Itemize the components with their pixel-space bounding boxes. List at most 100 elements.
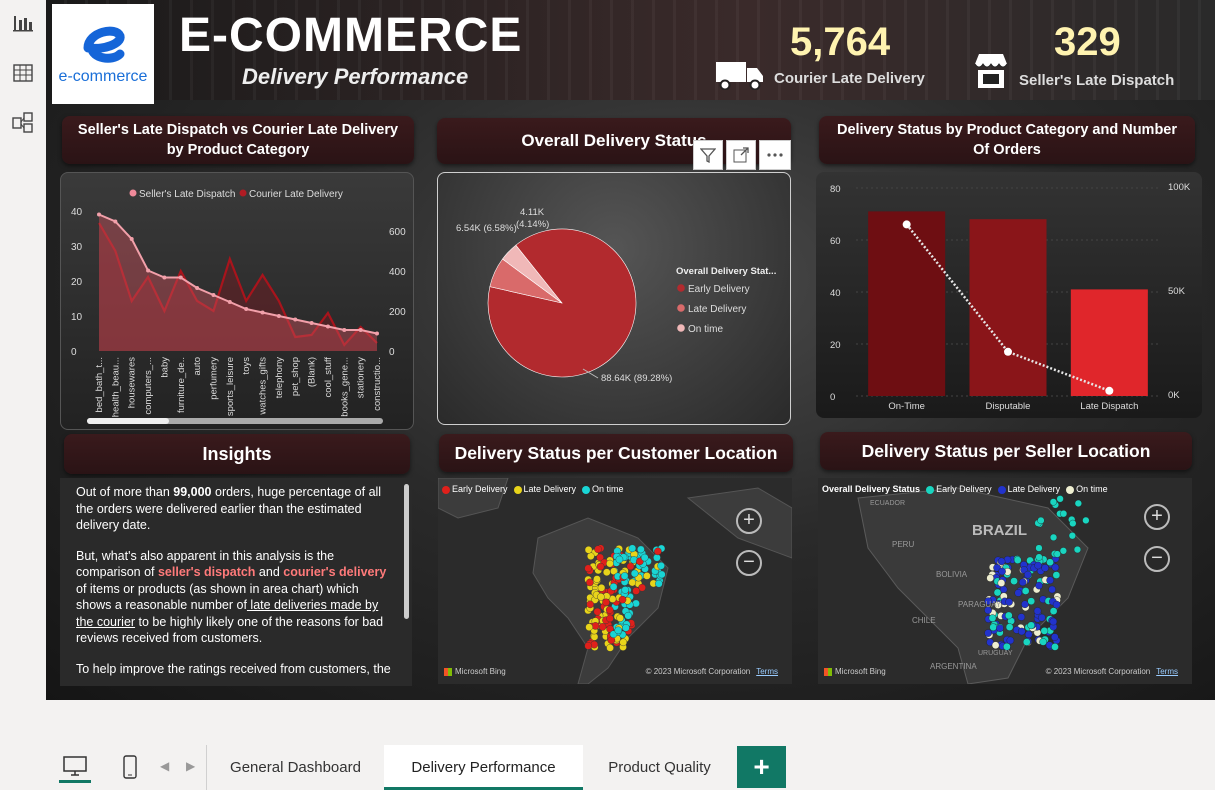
delivery-truck-icon: [716, 62, 763, 90]
seller-location-dot: [1069, 519, 1077, 527]
customer-location-dot: [624, 611, 632, 620]
seller-location-dot: [1059, 547, 1067, 555]
filter-icon[interactable]: [693, 140, 723, 170]
bar-disputable: [969, 219, 1047, 396]
seller-late-point: [178, 275, 183, 280]
seller-map-zoom-out-button[interactable]: −: [1144, 546, 1170, 572]
seller-location-dot: [1010, 577, 1018, 585]
report-view-icon[interactable]: [10, 10, 36, 36]
seller-location-dot: [1059, 510, 1068, 518]
x-category-label: books_gene...: [339, 357, 350, 417]
seller-location-dot: [993, 588, 1002, 597]
customer-map-zoom-out-button[interactable]: −: [736, 550, 762, 576]
map-label-ecuador: ECUADOR: [870, 500, 906, 507]
customer-map-zoom-in-button[interactable]: +: [736, 508, 762, 534]
seller-location-dot: [1034, 561, 1042, 570]
bar-chart-panel[interactable]: 0 20 40 60 80 0K 50K 100K On-Time Disputable Late …: [816, 172, 1202, 418]
customer-location-dot: [586, 600, 595, 609]
customer-location-dot: [643, 572, 651, 580]
terms-link[interactable]: Terms: [1156, 667, 1178, 676]
bar-on-time: [868, 211, 946, 396]
seller-late-point: [293, 317, 298, 322]
tab-scroll-left-icon[interactable]: ◀: [160, 759, 169, 773]
customer-location-dot: [620, 572, 629, 580]
insight-paragraph-1: Out of more than 99,000 orders, huge per…: [76, 485, 382, 532]
seller-location-dot: [1050, 633, 1059, 641]
tab-general-dashboard[interactable]: General Dashboard: [207, 745, 384, 790]
tab-product-quality[interactable]: Product Quality: [583, 745, 736, 790]
table-view-icon[interactable]: [10, 60, 36, 86]
insights-scrollbar[interactable]: [404, 484, 409, 619]
customer-location-dot: [626, 562, 635, 571]
x-category-label: telephony: [274, 357, 285, 398]
seller-location-dot: [998, 567, 1006, 576]
area-chart-scroll-thumb: [87, 418, 169, 424]
pie-legend-label: Late Delivery: [688, 304, 746, 315]
mobile-view-icon[interactable]: [118, 751, 142, 783]
seller-location-dot: [1022, 638, 1031, 646]
seller-location-dot: [1074, 499, 1082, 507]
customer-location-dot: [632, 599, 640, 608]
seller-location-dot: [1052, 571, 1061, 579]
seller-location-dot: [1035, 544, 1043, 552]
seller-location-dot: [1005, 623, 1014, 631]
desktop-view-icon[interactable]: [59, 751, 91, 783]
bar-y-right-tick: 50K: [1168, 286, 1186, 297]
customer-location-dot: [597, 584, 606, 592]
seller-location-dot: [1048, 585, 1056, 594]
orders-line-point: [1105, 386, 1114, 395]
model-view-icon[interactable]: [10, 110, 36, 136]
seller-late-point: [162, 275, 167, 280]
area-chart: Seller's Late Dispatch Courier Late Deliv…: [71, 189, 406, 424]
tab-scroll-right-icon[interactable]: ▶: [186, 759, 195, 773]
pie-legend-marker: [677, 304, 685, 312]
more-options-icon[interactable]: [759, 140, 791, 170]
seller-location-dot: [1056, 495, 1064, 503]
y-right-tick: 400: [389, 267, 406, 278]
customer-location-dot: [598, 623, 607, 631]
store-icon: [974, 54, 1008, 88]
seller-map-zoom-in-button[interactable]: +: [1144, 504, 1170, 530]
seller-location-dot: [1049, 607, 1058, 615]
terms-link[interactable]: Terms: [756, 667, 778, 676]
customer-location-dot: [637, 545, 645, 554]
seller-location-dot: [1021, 600, 1029, 609]
pie-label-ontime-value: 4.11K: [520, 207, 545, 218]
seller-location-dot: [1037, 516, 1045, 525]
bar-y-tick: 60: [830, 236, 841, 247]
seller-location-dot: [1017, 613, 1026, 621]
orders-line-point: [902, 220, 911, 229]
x-category-label: (Blank): [307, 357, 318, 387]
customer-location-dot: [606, 559, 614, 568]
bar-late-dispatch: [1070, 289, 1148, 396]
insights-text[interactable]: Out of more than 99,000 orders, huge per…: [60, 478, 412, 686]
pie-legend-marker: [677, 284, 685, 292]
bing-attribution: Microsoft Bing: [824, 667, 886, 676]
customer-location-dot: [606, 644, 614, 652]
seller-location-dot: [1014, 589, 1023, 597]
seller-location-dot: [988, 614, 997, 622]
pie-chart-panel[interactable]: 88.64K (89.28%) 6.54K (6.58%) 4.11K (4.14%)…: [437, 172, 791, 425]
tab-delivery-performance[interactable]: Delivery Performance: [384, 745, 583, 790]
map-label-chile: CHILE: [912, 616, 936, 625]
customer-location-dot: [591, 622, 600, 630]
add-page-button[interactable]: +: [737, 746, 786, 788]
customer-map[interactable]: Early Delivery Late Delivery On time + −…: [438, 478, 792, 684]
seller-late-kpi-label: Seller's Late Dispatch: [1019, 72, 1175, 89]
x-category-label: stationery: [356, 357, 367, 398]
customer-location-dot: [609, 583, 618, 591]
focus-mode-icon[interactable]: [726, 140, 756, 170]
x-category-label: auto: [192, 357, 203, 376]
customer-location-dot: [640, 553, 649, 562]
bar-x-label: Disputable: [986, 401, 1031, 412]
seller-map[interactable]: Overall Delivery Status Early Delivery L…: [818, 478, 1192, 684]
seller-location-dot: [984, 629, 992, 637]
seller-location-dot: [1033, 607, 1042, 615]
customer-map-title: Delivery Status per Customer Location: [439, 434, 793, 472]
x-category-label: toys: [241, 357, 252, 375]
bar-chart-title: Delivery Status by Product Category and …: [819, 116, 1195, 164]
seller-location-dot: [1049, 533, 1058, 541]
ecommerce-logo-icon: [83, 26, 125, 63]
area-chart-panel[interactable]: Seller's Late Dispatch Courier Late Deliv…: [60, 172, 414, 430]
seller-location-dot: [996, 624, 1004, 632]
